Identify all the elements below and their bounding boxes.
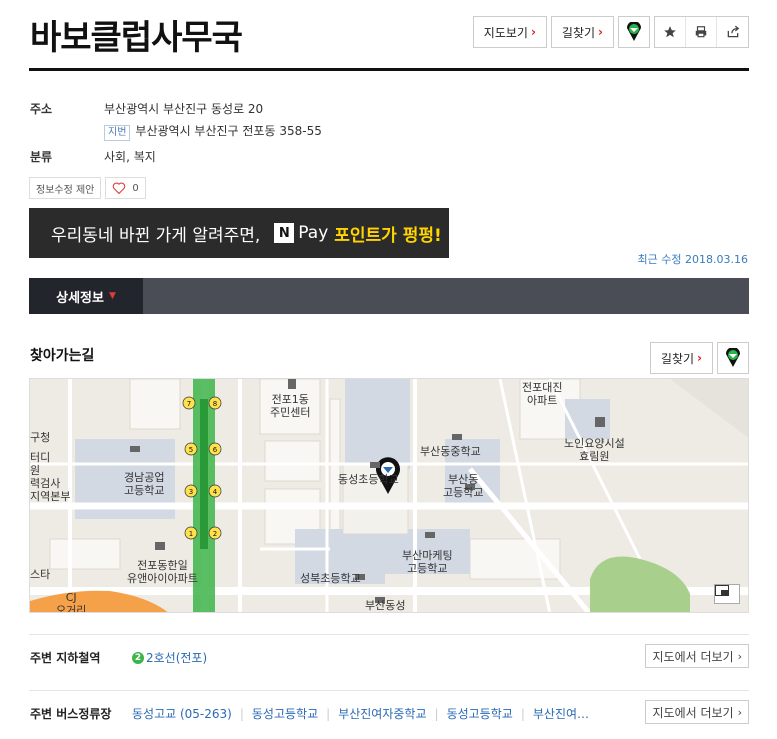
map-label-gyeongnam-high: 경남공업 고등학교 bbox=[124, 471, 165, 497]
like-button[interactable]: 0 bbox=[105, 177, 146, 199]
bus-more-on-map-button[interactable]: 지도에서 더보기 › bbox=[645, 700, 749, 724]
favorite-button[interactable] bbox=[655, 17, 686, 47]
print-button[interactable] bbox=[686, 17, 717, 47]
nearby-subway-row: 주변 지하철역 2 2호선(전포) 지도에서 더보기 › bbox=[29, 634, 749, 678]
info-actions: 정보수정 제안 0 bbox=[29, 177, 146, 199]
directions-label: 길찾기 bbox=[561, 25, 596, 40]
subway-exit-number: 3 bbox=[189, 488, 193, 496]
route-actions: 길찾기 › bbox=[649, 342, 749, 374]
map-view-button[interactable]: 지도보기 › bbox=[472, 16, 547, 48]
subway-exit-number: 2 bbox=[213, 530, 217, 538]
banner-pay: Pay bbox=[298, 223, 329, 243]
navigation-pin-icon bbox=[726, 348, 740, 367]
subway-exit-number: 6 bbox=[213, 446, 218, 454]
banner-text: 우리동네 바뀐 가게 알려주면, bbox=[51, 225, 261, 246]
map-label-jeonpo1: 전포1동 주민센터 bbox=[270, 393, 311, 419]
npay-logo-icon: N bbox=[274, 223, 295, 243]
map-label-senior-home: 노인요양시설 효림원 bbox=[564, 437, 625, 463]
separator: | bbox=[326, 706, 331, 721]
nearby-bus-row: 주변 버스정류장 동성고교 (05-263) | 동성고등학교 | 부산진여자중학교… bbox=[29, 690, 749, 734]
chevron-right-icon: › bbox=[598, 25, 603, 39]
address-label: 주소 bbox=[30, 102, 53, 116]
map-label-jeonpo-hanil-apt: 전포동한일 유앤아이아파트 bbox=[127, 559, 198, 585]
map-label-dongseong-elementary: 동성초등학교 bbox=[338, 473, 399, 486]
subway-exit-number: 4 bbox=[213, 488, 218, 496]
bus-stop-link[interactable]: 부산진여… bbox=[533, 705, 589, 722]
bus-stop-link[interactable]: 동성고등학교 bbox=[252, 705, 318, 722]
jibun-tag: 지번 bbox=[104, 125, 131, 141]
navigation-pin-icon bbox=[627, 22, 641, 41]
map-expand-button[interactable] bbox=[714, 584, 740, 604]
share-button[interactable] bbox=[717, 17, 748, 47]
expand-map-icon bbox=[715, 585, 729, 596]
subway-exit-number: 5 bbox=[189, 446, 193, 454]
subway-station-name: 2호선(전포) bbox=[146, 651, 208, 665]
caret-down-icon: ▼ bbox=[108, 291, 116, 301]
jibun-address: 부산광역시 부산진구 전포동 358-55 bbox=[135, 124, 322, 138]
subway-exit-number: 1 bbox=[189, 530, 193, 538]
map-label-left-b: 터디 원 력검사 지역본부 bbox=[30, 451, 71, 503]
npay-banner[interactable]: 우리동네 바뀐 가게 알려주면, N Pay 포인트가 펑펑! bbox=[29, 208, 449, 258]
map-label-seongbuk-elementary: 성북초등학교 bbox=[300, 572, 361, 585]
edit-info-button[interactable]: 정보수정 제안 bbox=[29, 177, 102, 199]
jibun-row: 지번 부산광역시 부산진구 전포동 358-55 bbox=[104, 122, 322, 141]
share-icon-group bbox=[654, 16, 749, 48]
subway-station-link[interactable]: 2 2호선(전포) bbox=[132, 649, 207, 666]
map-label-busan-dong-middle: 부산동중학교 bbox=[420, 445, 481, 458]
route-pin-button[interactable] bbox=[717, 342, 749, 374]
separator: | bbox=[239, 706, 244, 721]
bus-stop-link[interactable]: 동성고등학교 bbox=[447, 705, 513, 722]
title-divider bbox=[29, 68, 749, 71]
directions-button[interactable]: 길찾기 › bbox=[550, 16, 614, 48]
chevron-right-icon: › bbox=[697, 351, 702, 365]
separator: | bbox=[434, 706, 439, 721]
chevron-right-icon: › bbox=[737, 705, 742, 719]
heart-icon bbox=[113, 182, 126, 194]
star-icon bbox=[664, 26, 676, 38]
top-actions: 지도보기 › 길찾기 › bbox=[472, 16, 749, 48]
separator: | bbox=[520, 706, 525, 721]
navigation-pin-button[interactable] bbox=[618, 16, 650, 48]
subway-label: 주변 지하철역 bbox=[30, 651, 101, 665]
location-map[interactable]: 7 8 5 6 3 4 1 2 전포1동 주민센터 전포대진 아파트 노인요양시… bbox=[29, 378, 749, 613]
subway-exit-number: 7 bbox=[187, 400, 191, 408]
line-2-badge-icon: 2 bbox=[132, 651, 144, 664]
chevron-right-icon: › bbox=[530, 25, 536, 39]
recent-update: 최근 수정 2018.03.16 bbox=[637, 253, 748, 266]
map-label-left-c: 스타 bbox=[30, 568, 51, 581]
subway-exit-number: 8 bbox=[213, 400, 217, 408]
subway-more-on-map-button[interactable]: 지도에서 더보기 › bbox=[645, 644, 749, 668]
map-label-jeonpo-apt: 전포대진 아파트 bbox=[522, 381, 563, 407]
chevron-right-icon: › bbox=[737, 649, 742, 663]
banner-point: 포인트가 펑펑! bbox=[334, 225, 442, 246]
bus-stop-list: 동성고교 (05-263) | 동성고등학교 | 부산진여자중학교 | 동성고등학교 |… bbox=[132, 705, 589, 722]
tab-detail-label: 상세정보 bbox=[56, 290, 104, 306]
map-label-busan-dong-high: 부산동 고등학교 bbox=[443, 473, 484, 499]
category-value: 사회, 복지 bbox=[104, 150, 156, 164]
bus-more-label: 지도에서 더보기 bbox=[652, 705, 734, 720]
tab-detail[interactable]: 상세정보 ▼ bbox=[29, 278, 143, 314]
share-icon bbox=[727, 25, 739, 38]
route-title: 찾아가는길 bbox=[30, 348, 95, 364]
route-directions-button[interactable]: 길찾기 › bbox=[649, 342, 713, 374]
route-directions-label: 길찾기 bbox=[660, 351, 695, 366]
address-value: 부산광역시 부산진구 동성로 20 bbox=[104, 102, 264, 116]
map-view-label: 지도보기 bbox=[483, 25, 528, 40]
map-label-marketing-high: 부산마케팅 고등학교 bbox=[402, 549, 453, 575]
like-count: 0 bbox=[132, 182, 139, 194]
bus-stop-link[interactable]: 동성고교 (05-263) bbox=[132, 705, 232, 722]
bus-label: 주변 버스정류장 bbox=[30, 707, 112, 721]
bus-stop-link[interactable]: 부산진여자중학교 bbox=[338, 705, 426, 722]
detail-tab-bar: 상세정보 ▼ bbox=[29, 278, 749, 314]
category-label: 분류 bbox=[30, 150, 53, 164]
place-title: 바보클럽사무국 bbox=[30, 18, 243, 58]
print-icon bbox=[695, 26, 707, 38]
subway-more-label: 지도에서 더보기 bbox=[652, 649, 734, 664]
map-label-busan-dongseong: 부산동성 bbox=[365, 599, 406, 612]
map-label-cj-junction: CJ 오거리 bbox=[56, 591, 87, 613]
map-label-left-a: 구청 bbox=[30, 431, 51, 444]
